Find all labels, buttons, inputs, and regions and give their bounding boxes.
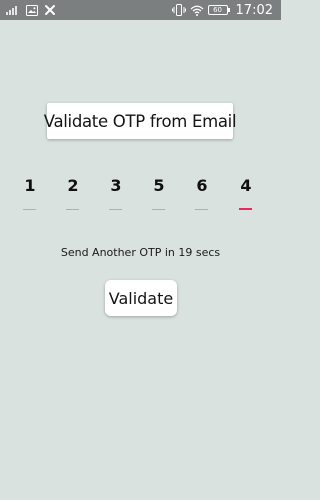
status-time: 17:02: [235, 2, 273, 18]
image-icon: [26, 4, 38, 16]
otp-underline-1: [23, 209, 36, 210]
status-bar: 60 17:02: [0, 0, 281, 20]
otp-underline-2: [66, 209, 79, 210]
otp-digit-field-3[interactable]: 3: [103, 176, 129, 216]
status-bar-left: [6, 3, 56, 17]
status-bar-right: 60 17:02: [171, 2, 273, 18]
otp-underline-6: [239, 208, 252, 210]
resend-countdown-text: Send Another OTP in 19 secs: [60, 246, 221, 259]
battery-icon: 60: [207, 5, 230, 15]
app-badge-icon: [45, 5, 55, 15]
otp-underline-3: [109, 209, 122, 210]
otp-digit-2: 2: [67, 176, 79, 195]
otp-digit-6: 4: [240, 176, 252, 195]
vibrate-icon: [171, 4, 186, 16]
otp-digit-field-5[interactable]: 6: [189, 176, 215, 216]
otp-digit-field-1[interactable]: 1: [17, 176, 43, 216]
otp-digit-4: 5: [153, 176, 165, 195]
otp-underline-5: [195, 209, 208, 210]
wifi-icon: [190, 5, 203, 16]
otp-digit-field-2[interactable]: 2: [60, 176, 86, 216]
validate-button[interactable]: Validate: [105, 280, 177, 316]
otp-digit-field-4[interactable]: 5: [146, 176, 172, 216]
otp-digit-3: 3: [110, 176, 122, 195]
otp-digit-5: 6: [196, 176, 208, 195]
signal-bars-icon: [6, 6, 17, 15]
otp-underline-4: [152, 209, 165, 210]
page-title: Validate OTP from Email: [44, 103, 237, 139]
otp-digit-1: 1: [24, 176, 36, 195]
otp-digit-field-6[interactable]: 4: [233, 176, 259, 216]
